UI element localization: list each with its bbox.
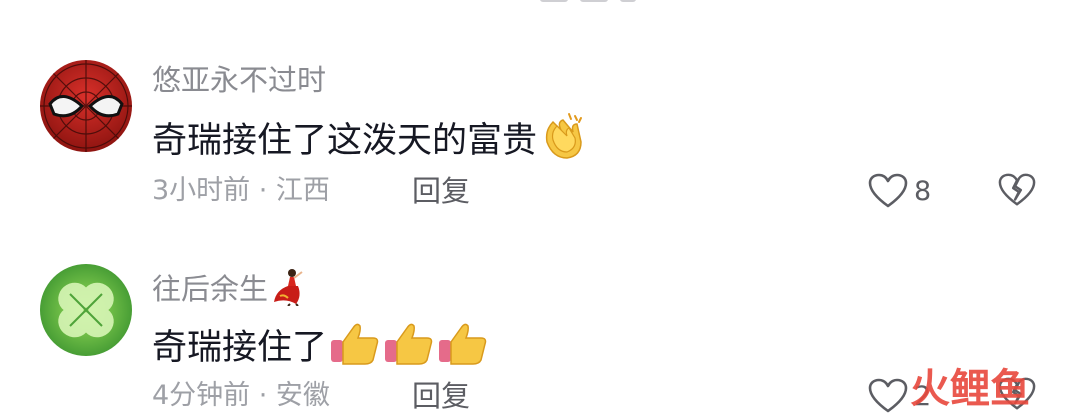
watermark-text: 火鲤鱼 xyxy=(910,366,1030,410)
heart-icon xyxy=(868,378,908,413)
watermark-logo: 火鲤鱼 xyxy=(910,364,1060,412)
flamenco-dancer-icon xyxy=(272,268,306,314)
comment-text: 奇瑞接住了 xyxy=(152,320,489,378)
username[interactable]: 往后余生 xyxy=(152,268,306,314)
comment-meta: 4分钟前 · 安徽 xyxy=(152,380,330,411)
thumbs-up-icon xyxy=(383,320,435,378)
thumbs-up-icon xyxy=(329,320,381,378)
comment-text-content: 奇瑞接住了 xyxy=(152,328,328,368)
comment-item: 往后余生 奇瑞接住了 4分钟前 · 安徽 回复 2 xyxy=(0,0,1080,413)
username-text: 往后余生 xyxy=(152,272,269,306)
reply-button[interactable]: 回复 xyxy=(412,378,470,414)
avatar[interactable] xyxy=(40,264,132,356)
thumbs-up-icon xyxy=(437,320,489,378)
like-count: 8 xyxy=(914,175,932,207)
clover-avatar-icon xyxy=(40,264,132,356)
